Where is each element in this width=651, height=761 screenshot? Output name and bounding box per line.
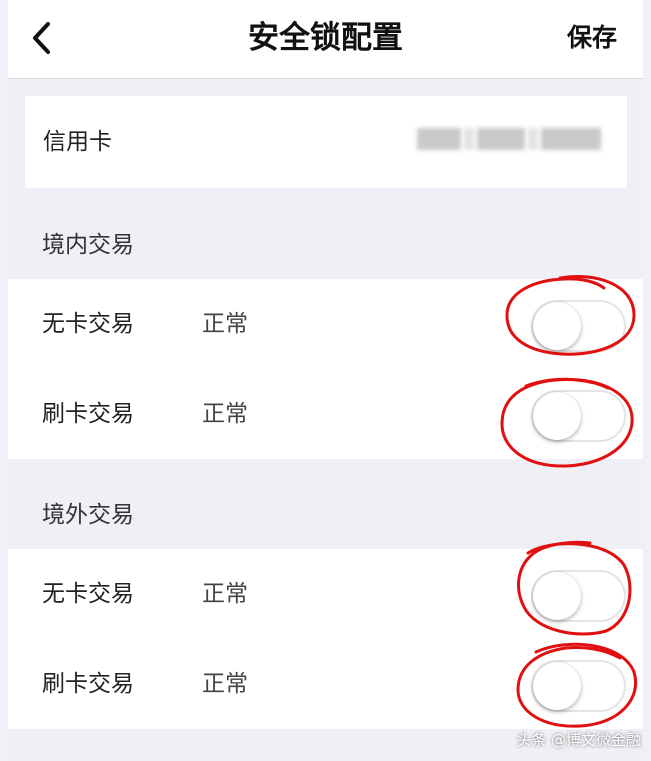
toggle-switch[interactable] [531, 300, 626, 352]
status-text: 正常 [202, 401, 248, 427]
toggle-knob [533, 302, 581, 350]
save-button[interactable]: 保存 [567, 18, 617, 58]
card-selector[interactable]: 信用卡 [25, 96, 627, 188]
toggle-switch[interactable] [531, 570, 626, 622]
section-title: 境外交易 [42, 502, 134, 528]
list-item: 无卡交易 正常 [8, 279, 643, 369]
list-item: 无卡交易 正常 [8, 549, 643, 639]
toggle-switch[interactable] [531, 660, 626, 712]
toggle-knob [533, 392, 581, 440]
row-label: 无卡交易 [42, 581, 134, 607]
page-title: 安全锁配置 [248, 20, 403, 56]
card-number-masked [417, 121, 607, 157]
toggle-switch[interactable] [531, 390, 626, 442]
watermark: 头条 @博文微金融 [516, 731, 641, 749]
status-text: 正常 [202, 671, 248, 697]
card-type-label: 信用卡 [43, 129, 112, 155]
section-title: 境内交易 [42, 232, 134, 258]
app-screen: 安全锁配置 保存 信用卡 境内交易 无卡交易 正常 刷卡交易 正常 境外交易 无… [8, 0, 643, 761]
section-header-domestic: 境内交易 [8, 205, 643, 279]
status-text: 正常 [202, 581, 248, 607]
row-label: 刷卡交易 [42, 671, 134, 697]
row-label: 无卡交易 [42, 311, 134, 337]
navigation-bar: 安全锁配置 保存 [8, 0, 643, 79]
list-item: 刷卡交易 正常 [8, 369, 643, 459]
status-text: 正常 [202, 311, 248, 337]
group-overseas: 无卡交易 正常 刷卡交易 正常 [8, 549, 643, 729]
list-item: 刷卡交易 正常 [8, 639, 643, 729]
group-domestic: 无卡交易 正常 刷卡交易 正常 [8, 279, 643, 459]
row-label: 刷卡交易 [42, 401, 134, 427]
toggle-knob [533, 662, 581, 710]
toggle-knob [533, 572, 581, 620]
section-header-overseas: 境外交易 [8, 475, 643, 549]
